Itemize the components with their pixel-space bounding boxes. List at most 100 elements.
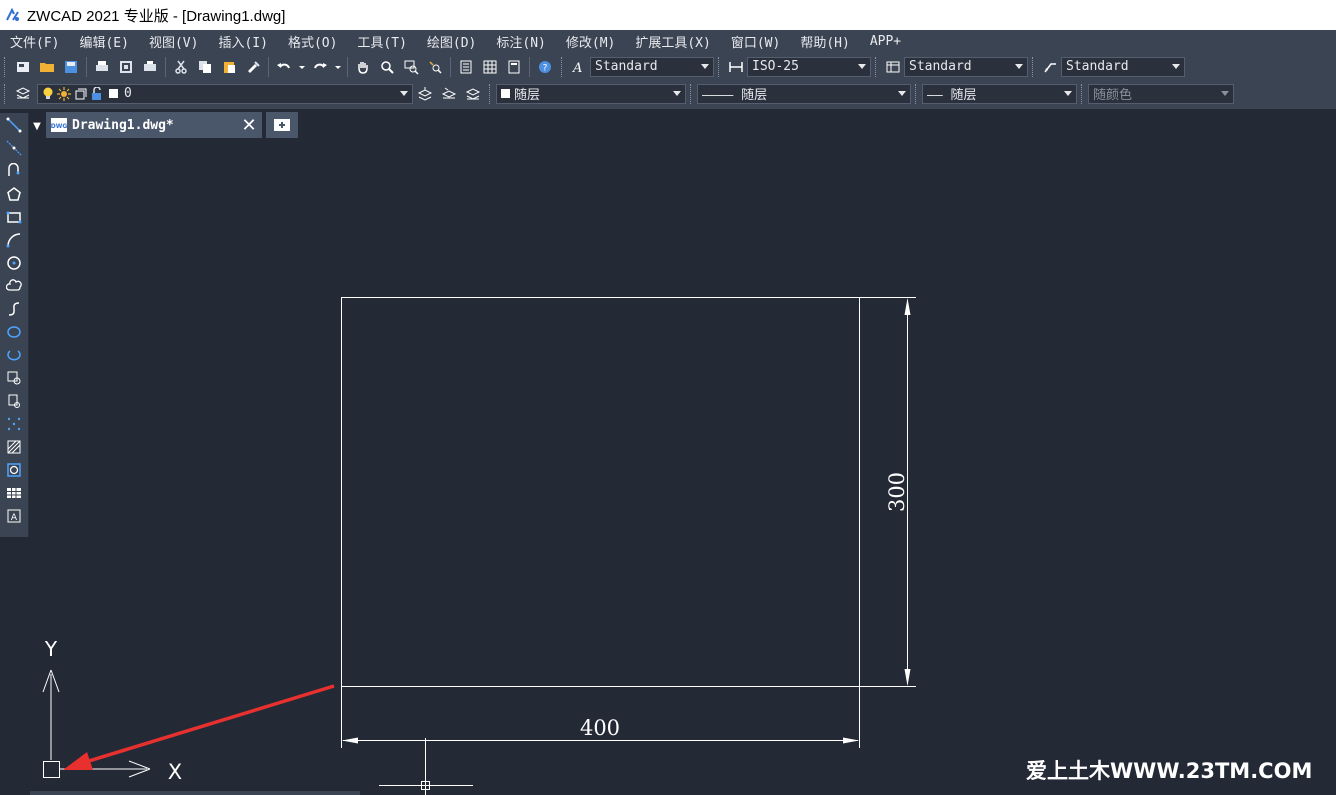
menu-tools[interactable]: 工具(T) (347, 32, 416, 51)
new-icon[interactable] (13, 57, 33, 77)
toolbar-grip[interactable] (4, 56, 8, 77)
toolbar-grip[interactable] (915, 83, 919, 104)
color-select[interactable]: 随层 (496, 83, 686, 104)
table-icon[interactable] (0, 481, 28, 504)
menu-file[interactable]: 文件(F) (0, 32, 69, 51)
unlock-icon (92, 86, 101, 100)
dimension-horizontal[interactable]: 400 (341, 687, 860, 748)
open-folder-icon[interactable] (37, 57, 57, 77)
arc-icon[interactable] (0, 228, 28, 251)
ucs-y-label: Y (44, 637, 58, 661)
insert-block-icon[interactable] (0, 366, 28, 389)
cut-icon[interactable] (171, 57, 191, 77)
circle-icon[interactable] (0, 251, 28, 274)
chevron-down-icon (673, 91, 681, 96)
match-properties-icon[interactable] (243, 57, 263, 77)
chevron-down-icon (400, 91, 408, 96)
toolbar-grip[interactable] (690, 83, 694, 104)
layout-tabs-strip[interactable] (30, 791, 360, 795)
red-annotation-arrow-icon (63, 684, 335, 770)
lineweight-select[interactable]: —— 随层 (922, 83, 1077, 104)
menu-draw[interactable]: 绘图(D) (417, 32, 486, 51)
zoom-realtime-icon[interactable] (377, 57, 397, 77)
construction-line-icon[interactable] (0, 136, 28, 159)
toolbar-grip[interactable] (561, 56, 565, 77)
point-icon[interactable] (0, 412, 28, 435)
dim-style-icon (727, 58, 745, 76)
ellipse-arc-icon[interactable] (0, 343, 28, 366)
menu-view[interactable]: 视图(V) (139, 32, 208, 51)
toolbar-grip[interactable] (489, 83, 493, 104)
hatch-icon[interactable] (0, 435, 28, 458)
table-style-select[interactable]: Standard (904, 56, 1028, 77)
toolbar-grip[interactable] (875, 56, 879, 77)
menu-help[interactable]: 帮助(H) (790, 32, 859, 51)
revision-cloud-icon[interactable] (0, 274, 28, 297)
undo-icon[interactable] (274, 57, 294, 77)
new-tab-button[interactable] (266, 112, 298, 138)
tool-palettes-icon[interactable] (504, 57, 524, 77)
save-icon[interactable] (61, 57, 81, 77)
plot-preview-icon[interactable] (116, 57, 136, 77)
toolbar-grip[interactable] (1032, 56, 1036, 77)
svg-text:DWG: DWG (51, 123, 68, 130)
publish-icon[interactable] (140, 57, 160, 77)
menu-modify[interactable]: 修改(M) (556, 32, 625, 51)
chevron-down-icon (1172, 64, 1180, 69)
help-icon[interactable]: ? (535, 57, 555, 77)
watermark: 爱上土木WWW.23TM.COM (1026, 759, 1313, 783)
drawn-rectangle[interactable] (341, 297, 860, 687)
drawing-canvas[interactable]: 300 400 Y X (29, 138, 1336, 795)
zoom-window-icon[interactable] (401, 57, 421, 77)
pan-hand-icon[interactable] (353, 57, 373, 77)
zoom-previous-icon[interactable] (425, 57, 445, 77)
chevron-down-icon (701, 64, 709, 69)
layer-states-icon[interactable] (463, 84, 483, 104)
menu-format[interactable]: 格式(O) (278, 32, 347, 51)
make-block-icon[interactable] (0, 389, 28, 412)
close-icon[interactable]: ✕ (240, 115, 258, 136)
layer-manager-icon[interactable] (13, 84, 33, 104)
multileader-style-select[interactable]: Standard (1061, 56, 1185, 77)
menu-app-plus[interactable]: APP+ (860, 34, 911, 49)
lightbulb-on-icon (43, 87, 53, 99)
svg-text:?: ? (543, 63, 548, 73)
ellipse-icon[interactable] (0, 320, 28, 343)
title-bar: ZWCAD 2021 专业版 - [Drawing1.dwg] (0, 0, 1336, 30)
redo-dropdown-icon[interactable] (334, 57, 342, 77)
redo-icon[interactable] (310, 57, 330, 77)
properties-icon[interactable] (456, 57, 476, 77)
multiline-text-icon[interactable]: A (0, 504, 28, 527)
copy-icon[interactable] (195, 57, 215, 77)
tab-list-dropdown[interactable]: ▼ (30, 114, 44, 138)
toolbar-grip[interactable] (718, 56, 722, 77)
menu-window[interactable]: 窗口(W) (721, 32, 790, 51)
design-center-icon[interactable] (480, 57, 500, 77)
dimension-style-select[interactable]: ISO-25 (747, 56, 871, 77)
paste-icon[interactable] (219, 57, 239, 77)
draw-toolbar: A (0, 113, 29, 537)
dimension-vertical[interactable]: 300 (860, 297, 916, 687)
make-object-layer-current-icon[interactable] (415, 84, 435, 104)
layer-previous-icon[interactable] (439, 84, 459, 104)
menu-express-tools[interactable]: 扩展工具(X) (625, 32, 720, 51)
polygon-icon[interactable] (0, 182, 28, 205)
text-style-select[interactable]: Standard (590, 56, 714, 77)
toolbar-grip[interactable] (4, 83, 8, 104)
toolbar-grip[interactable] (1081, 83, 1085, 104)
menu-edit[interactable]: 编辑(E) (69, 32, 138, 51)
spline-icon[interactable] (0, 297, 28, 320)
line-icon[interactable] (0, 113, 28, 136)
undo-dropdown-icon[interactable] (298, 57, 306, 77)
tab-drawing1[interactable]: DWG Drawing1.dwg* ✕ (46, 112, 262, 138)
chevron-down-icon (1015, 64, 1023, 69)
polyline-icon[interactable] (0, 159, 28, 182)
menu-insert[interactable]: 插入(I) (208, 32, 277, 51)
linetype-select[interactable]: ———— 随层 (697, 83, 911, 104)
region-icon[interactable] (0, 458, 28, 481)
layer-select[interactable]: 0 (37, 83, 413, 104)
rectangle-icon[interactable] (0, 205, 28, 228)
toolbar-separator (268, 56, 269, 77)
menu-dimension[interactable]: 标注(N) (486, 32, 555, 51)
print-icon[interactable] (92, 57, 112, 77)
